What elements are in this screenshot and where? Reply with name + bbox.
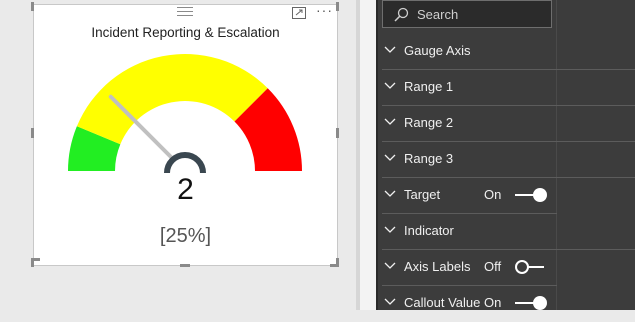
section-label: Gauge Axis (404, 43, 471, 58)
gauge-range-2 (76, 54, 268, 145)
callout-value-toggle-on[interactable] (514, 295, 548, 311)
toggle-state-label: On (484, 187, 502, 202)
section-label: Callout Value (404, 295, 481, 310)
toggle-state-label: On (484, 295, 502, 310)
section-range-3[interactable]: Range 3 (376, 142, 635, 178)
section-label: Indicator (404, 223, 454, 238)
axis-labels-toggle-off[interactable] (514, 259, 548, 275)
target-toggle-on[interactable] (514, 187, 548, 203)
chevron-down-icon (384, 82, 396, 89)
search-icon (394, 7, 409, 22)
section-range-1[interactable]: Range 1 (376, 70, 635, 106)
chevron-down-icon (384, 298, 396, 305)
section-axis-labels[interactable]: Axis Labels Off (376, 250, 635, 286)
chevron-down-icon (384, 262, 396, 269)
gauge-hub (164, 152, 206, 174)
toggle-state-label: Off (484, 259, 502, 274)
gauge-callout-value: 2 (177, 173, 194, 206)
chevron-down-icon (384, 190, 396, 197)
resize-handle-br-v[interactable] (336, 258, 339, 267)
section-range-2[interactable]: Range 2 (376, 106, 635, 142)
section-label: Target (404, 187, 441, 202)
section-gauge-axis[interactable]: Gauge Axis (376, 34, 635, 70)
chevron-down-icon (384, 46, 396, 53)
search-placeholder: Search (417, 7, 459, 22)
chevron-down-icon (384, 154, 396, 161)
resize-handle-right[interactable] (336, 128, 339, 138)
resize-handle-bottom[interactable] (180, 264, 190, 267)
section-callout-value[interactable]: Callout Value On (376, 286, 635, 322)
section-label: Range 1 (404, 79, 454, 94)
section-indicator[interactable]: Indicator (376, 214, 635, 250)
search-input[interactable]: Search (382, 0, 552, 28)
section-label: Axis Labels (404, 259, 471, 274)
gauge-visual[interactable]: ··· Incident Reporting & Escalation 2 [2… (33, 3, 338, 266)
chevron-down-icon (384, 118, 396, 125)
section-label: Range 3 (404, 151, 454, 166)
gauge-percent-label: [25%] (159, 225, 212, 247)
section-target[interactable]: Target On (376, 178, 635, 214)
chevron-down-icon (384, 226, 396, 233)
resize-handle-left[interactable] (31, 128, 34, 138)
resize-handle-bl-v[interactable] (31, 258, 34, 267)
section-label: Range 2 (404, 115, 454, 130)
resize-handle-tr[interactable] (336, 2, 339, 11)
pane-gap (360, 0, 376, 310)
resize-handle-tl[interactable] (31, 2, 34, 11)
